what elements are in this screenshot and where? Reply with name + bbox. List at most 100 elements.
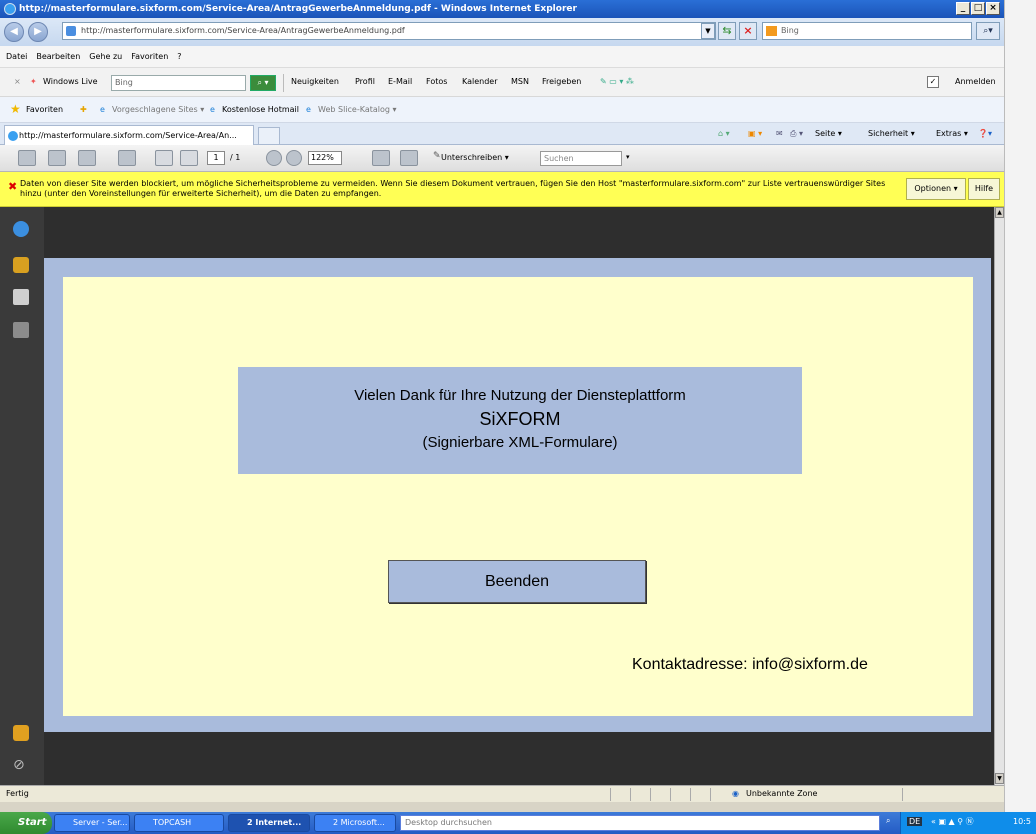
live-link-msn[interactable]: MSN — [511, 77, 529, 86]
pages-icon[interactable] — [13, 289, 29, 305]
warning-text: Daten von dieser Site werden blockiert, … — [20, 179, 886, 198]
comments-icon[interactable] — [13, 725, 29, 741]
minimize-icon[interactable]: _ — [956, 2, 970, 15]
info-icon[interactable] — [13, 221, 29, 237]
beenden-button[interactable]: Beenden — [388, 560, 646, 603]
review-icon[interactable] — [118, 150, 136, 166]
search-input[interactable]: Bing — [762, 22, 972, 40]
mail-icon[interactable]: ✉ — [776, 129, 783, 138]
options-button[interactable]: Optionen ▾ — [906, 178, 966, 200]
zone-text[interactable]: Unbekannte Zone — [746, 789, 817, 798]
menu-bearbeiten[interactable]: Bearbeiten — [36, 52, 80, 61]
fav-hotmail[interactable]: Kostenlose Hotmail — [222, 105, 299, 114]
refresh-button[interactable]: ⇆ — [718, 22, 736, 40]
tray-icons[interactable]: « ▣ ▲ ⚲ Ⓝ — [931, 816, 974, 827]
ie-logo-icon — [4, 3, 16, 15]
attachment-icon[interactable]: ⊘ — [13, 757, 29, 773]
pdf-search-dropdown[interactable]: ▾ — [626, 153, 630, 161]
live-search-input[interactable]: Bing — [111, 75, 246, 91]
menu-favoriten[interactable]: Favoriten — [131, 52, 168, 61]
share-icon[interactable] — [78, 150, 96, 166]
signin-link[interactable]: Anmelden — [955, 77, 996, 86]
live-link-freigeben[interactable]: Freigeben — [542, 77, 581, 86]
live-link-kalender[interactable]: Kalender — [462, 77, 498, 86]
search-icon[interactable]: ⌕ — [886, 816, 890, 826]
status-bar: Fertig ◉ Unbekannte Zone — [0, 785, 1004, 802]
menu-sicherheit[interactable]: Sicherheit ▾ — [868, 129, 915, 138]
sign-button[interactable]: Unterschreiben ▾ — [441, 153, 509, 162]
vertical-scrollbar[interactable]: ▲ ▼ — [994, 207, 1004, 785]
zoom-input[interactable]: 122% — [308, 151, 342, 165]
stop-button[interactable]: × — [739, 22, 757, 40]
feeds-icon[interactable]: ▣ ▾ — [748, 129, 762, 138]
save-icon[interactable] — [48, 150, 66, 166]
spaces-icon[interactable]: ✎ ▭ ▾ ⁂ — [600, 77, 634, 86]
live-link-profil[interactable]: Profil — [355, 77, 375, 86]
search-placeholder: Bing — [781, 26, 799, 35]
back-button[interactable]: ◀ — [4, 22, 24, 42]
help-icon[interactable]: ❓▾ — [978, 129, 992, 138]
ie-small-icon: e — [306, 105, 311, 114]
forward-button[interactable]: ▶ — [28, 22, 48, 42]
address-dropdown-button[interactable]: ▼ — [701, 23, 715, 39]
scroll-up-icon[interactable]: ▲ — [995, 207, 1004, 218]
zoom-in-icon[interactable] — [286, 150, 302, 166]
task-microsoft[interactable]: 2 Microsoft... — [314, 814, 396, 832]
protected-mode-cell[interactable] — [902, 788, 942, 801]
lock-icon[interactable] — [13, 257, 29, 273]
globe-icon: ◉ — [732, 789, 739, 798]
status-cell — [650, 788, 668, 801]
thank-you-box: Vielen Dank für Ihre Nutzung der Dienste… — [238, 367, 802, 474]
desktop-search-input[interactable]: Desktop durchsuchen — [400, 815, 880, 831]
fav-suggested-sites[interactable]: Vorgeschlagene Sites ▾ — [112, 105, 204, 114]
security-warning-bar: ✖ Daten von dieser Site werden blockiert… — [0, 172, 1004, 207]
fit-width-icon[interactable] — [400, 150, 418, 166]
contact-address: Kontaktadresse: info@sixform.de — [632, 656, 868, 673]
live-search-button[interactable]: ⌕ ▾ — [250, 75, 276, 91]
menu-extras[interactable]: Extras ▾ — [936, 129, 968, 138]
close-icon[interactable]: × — [986, 2, 1000, 15]
maximize-icon[interactable]: □ — [971, 2, 985, 15]
help-button[interactable]: Hilfe — [968, 178, 1000, 200]
menu-help[interactable]: ? — [177, 52, 181, 61]
start-button[interactable]: Start — [0, 812, 52, 834]
address-input[interactable]: http://masterformulare.sixform.com/Servi… — [62, 22, 716, 40]
fav-web-slice[interactable]: Web Slice-Katalog ▾ — [318, 105, 397, 114]
bing-icon — [766, 26, 777, 36]
signin-checkbox-icon[interactable]: ✓ — [927, 76, 939, 88]
task-server[interactable]: Server - Ser... — [54, 814, 130, 832]
home-icon[interactable]: ⌂ ▾ — [718, 129, 730, 138]
menu-gehe-zu[interactable]: Gehe zu — [89, 52, 122, 61]
status-cell — [690, 788, 708, 801]
new-tab-button[interactable] — [258, 127, 280, 145]
add-favorite-icon[interactable]: ✚ — [80, 105, 87, 114]
favorites-button[interactable]: Favoriten — [26, 105, 63, 114]
scroll-down-icon[interactable]: ▼ — [995, 773, 1004, 784]
task-internet[interactable]: 2 Internet... — [228, 814, 310, 832]
live-link-fotos[interactable]: Fotos — [426, 77, 447, 86]
language-indicator[interactable]: DE — [907, 817, 923, 826]
binoculars-icon[interactable] — [13, 322, 29, 338]
tab-active[interactable]: http://masterformulare.sixform.com/Servi… — [4, 125, 254, 145]
search-go-button[interactable]: ⌕▾ — [976, 22, 1000, 40]
zoom-out-icon[interactable] — [266, 150, 282, 166]
task-topcash[interactable]: TOPCASH — [134, 814, 224, 832]
menu-datei[interactable]: Datei — [6, 52, 27, 61]
status-text: Fertig — [6, 789, 29, 798]
windows-live-brand[interactable]: Windows Live — [43, 77, 98, 86]
title-bar: http://masterformulare.sixform.com/Servi… — [0, 0, 1004, 18]
print-icon[interactable]: ⎙ ▾ — [790, 129, 803, 139]
page-number-input[interactable]: 1 — [207, 151, 225, 165]
toolbar-divider — [283, 74, 284, 92]
live-link-neuigkeiten[interactable]: Neuigkeiten — [291, 77, 339, 86]
pdf-search-input[interactable]: Suchen — [540, 151, 622, 166]
blocked-icon: ✖ — [8, 180, 18, 193]
prev-page-icon[interactable] — [155, 150, 173, 166]
next-page-icon[interactable] — [180, 150, 198, 166]
menu-seite[interactable]: Seite ▾ — [815, 129, 842, 138]
clock: 10:5 — [1013, 817, 1031, 826]
print-icon[interactable] — [18, 150, 36, 166]
live-link-email[interactable]: E-Mail — [388, 77, 412, 86]
fit-page-icon[interactable] — [372, 150, 390, 166]
close-toolbar-icon[interactable]: × — [14, 77, 21, 86]
